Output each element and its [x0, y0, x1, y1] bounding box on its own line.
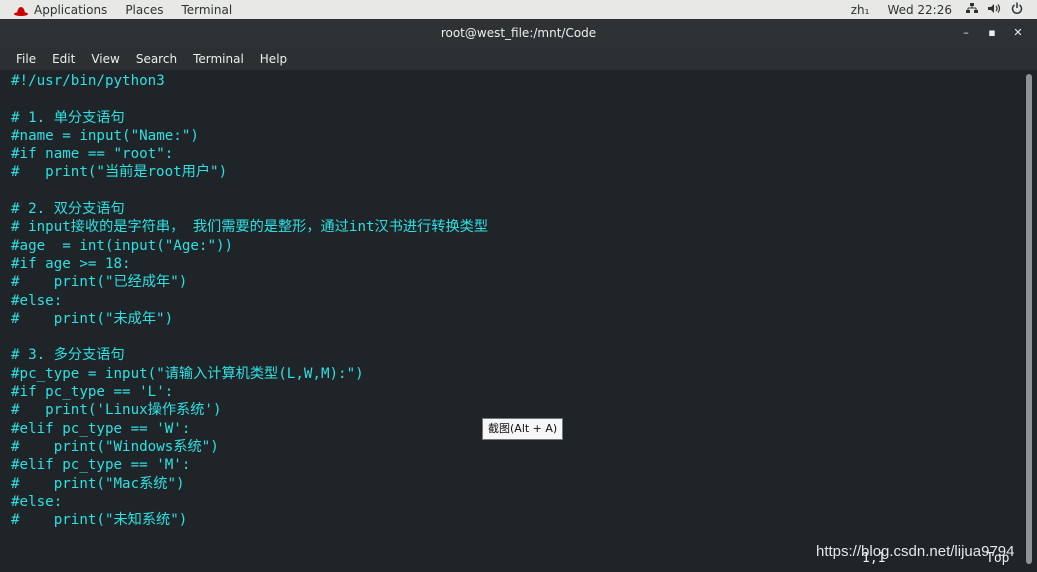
menu-search[interactable]: Search [126, 52, 183, 66]
menu-terminal[interactable]: Terminal [183, 52, 250, 66]
menu-help[interactable]: Help [250, 52, 293, 66]
code-line: # print("已经成年") [11, 274, 188, 291]
network-icon[interactable] [966, 2, 978, 17]
code-line: #!/usr/bin/python3 [11, 73, 165, 89]
code-line: #age = int(input("Age:")) [11, 237, 234, 254]
menu-view[interactable]: View [81, 52, 125, 66]
terminal-view[interactable]: #!/usr/bin/python3 # 1. 单分支语句 #name = in… [0, 70, 1022, 572]
close-button[interactable]: ✕ [1010, 25, 1026, 41]
screenshot-tooltip: 截图(Alt + A) [482, 418, 564, 440]
code-line: #elif pc_type == 'M': [11, 457, 191, 474]
redhat-logo-icon [14, 5, 28, 16]
code-line: # print("当前是root用户") [11, 164, 228, 181]
code-line: #pc_type = input("请输入计算机类型(L,W,M):") [11, 365, 364, 382]
applications-menu[interactable]: Applications [0, 3, 116, 17]
input-method-indicator[interactable]: zh₁ [842, 3, 879, 17]
code-line: # 1. 单分支语句 [11, 109, 125, 126]
code-line: # 3. 多分支语句 [11, 347, 125, 364]
vertical-scrollbar[interactable] [1022, 70, 1037, 572]
code-listing: #!/usr/bin/python3 # 1. 单分支语句 #name = in… [11, 72, 488, 529]
code-line: # print("未知系统") [11, 512, 188, 529]
code-line: #if pc_type == 'L': [11, 384, 174, 401]
code-line: #if name == "root": [11, 146, 174, 163]
places-menu[interactable]: Places [116, 3, 172, 17]
menu-bar: File Edit View Search Terminal Help [0, 48, 1037, 70]
code-line: #else: [11, 493, 63, 510]
code-line: #elif pc_type == 'W': [11, 420, 191, 437]
menu-edit[interactable]: Edit [42, 52, 81, 66]
maximize-button[interactable]: ▪ [984, 25, 1000, 41]
code-line: # input接收的是字符串， 我们需要的是整形，通过int汉书进行转换类型 [11, 219, 489, 236]
minimize-button[interactable]: – [958, 25, 974, 41]
code-line: # print("Mac系统") [11, 475, 185, 492]
applications-label: Applications [34, 2, 108, 17]
top-panel: Applications Places Terminal zh₁ Wed 22:… [0, 0, 1037, 19]
menu-file[interactable]: File [0, 52, 42, 66]
window-titlebar[interactable]: root@west_file:/mnt/Code – ▪ ✕ [0, 19, 1037, 48]
code-line: # 2. 双分支语句 [11, 201, 125, 218]
power-icon[interactable] [1011, 2, 1023, 17]
code-line: #else: [11, 292, 63, 309]
code-line: # print('Linux操作系统') [11, 402, 222, 419]
scrollbar-thumb[interactable] [1026, 74, 1032, 564]
terminal-app-menu[interactable]: Terminal [172, 3, 241, 17]
code-line: #if age >= 18: [11, 255, 131, 272]
code-line: # print("Windows系统") [11, 438, 219, 455]
watermark-url: https://blog.csdn.net/lijua9794 [816, 543, 1015, 560]
clock[interactable]: Wed 22:26 [878, 3, 961, 17]
volume-icon[interactable] [988, 3, 1001, 17]
code-line: # print("未成年") [11, 310, 174, 327]
window-title: root@west_file:/mnt/Code [440, 26, 597, 40]
code-line: #name = input("Name:") [11, 127, 199, 144]
